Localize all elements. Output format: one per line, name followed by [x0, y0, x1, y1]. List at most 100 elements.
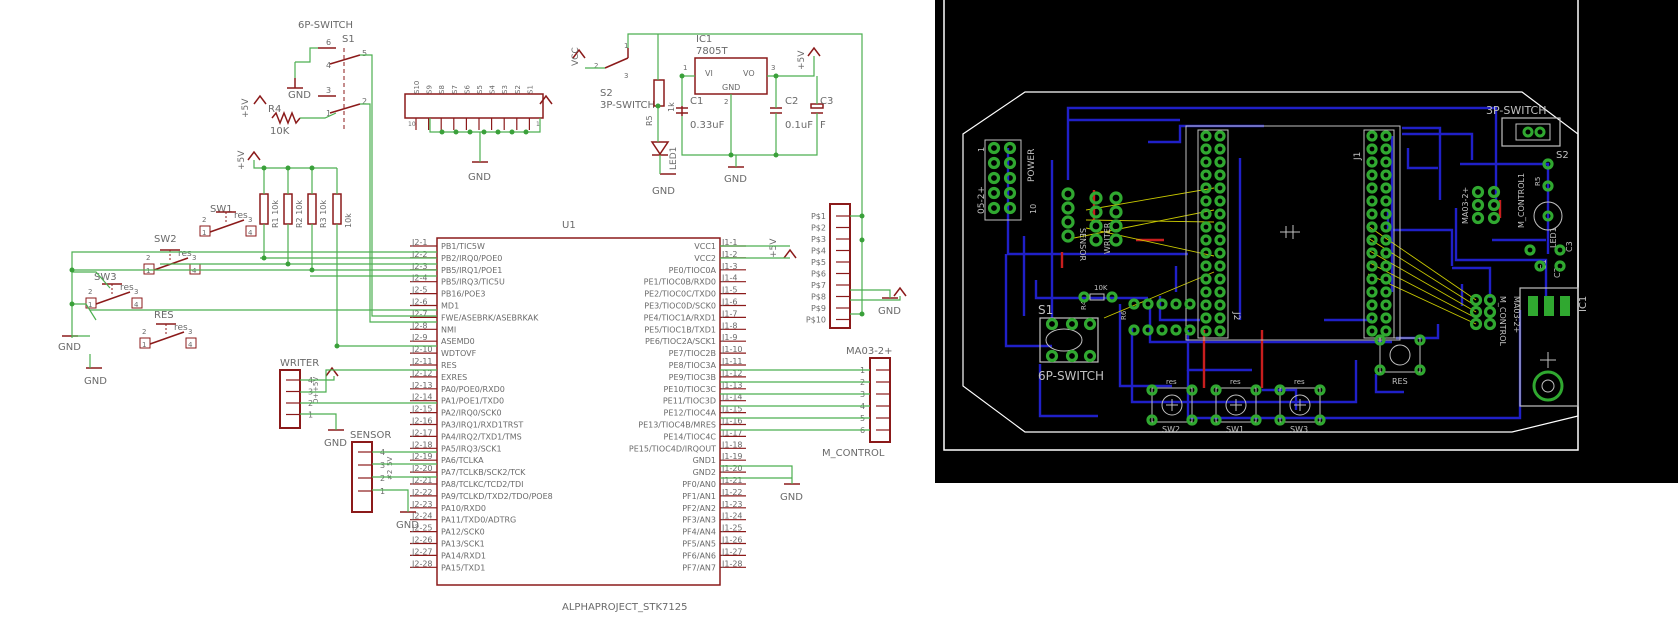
- svg-text:6P-SWITCH: 6P-SWITCH: [1038, 369, 1104, 383]
- u1-pin-number: J2-22: [411, 488, 433, 497]
- switch-ref: SW1: [210, 204, 233, 215]
- svg-text:3: 3: [624, 72, 628, 80]
- u1-pin-name: PA6/TCLKA: [441, 456, 484, 465]
- u1-ref: U1: [562, 220, 576, 231]
- c1-capacitor[interactable]: C1 0.33uF: [676, 96, 725, 131]
- s1-6p-switch[interactable]: 6P-SWITCH S1 6 4 5 3 1 2: [298, 20, 367, 130]
- vcc-symbol: VCC: [571, 47, 586, 66]
- push-switch-sw2[interactable]: SW2res 1 2 3 4: [143, 234, 201, 275]
- u1-pin-name: RES: [441, 361, 457, 370]
- switch-pin: 4: [188, 341, 193, 349]
- u1-pin-number: J2-1: [411, 238, 427, 247]
- connector-pin-label: S6: [463, 85, 471, 94]
- c3-capacitor[interactable]: C3 F: [810, 96, 833, 131]
- svg-text:+5V: +5V: [769, 238, 779, 258]
- u1-pin-name: PA10/RXD0: [441, 504, 486, 513]
- tact-ref: SW3: [1290, 425, 1308, 434]
- pullup-resistor-body[interactable]: [283, 193, 293, 225]
- r4-resistor[interactable]: R4 10K: [268, 104, 301, 137]
- power-conn-pin-label: P$4: [811, 247, 826, 256]
- svg-text:+5V: +5V: [237, 150, 247, 170]
- s2-ref: S2: [600, 88, 613, 99]
- push-switch-sw3[interactable]: SW3res12 34: [85, 272, 143, 309]
- connector-pin-label: S3: [501, 85, 509, 94]
- u1-pin-number: J1-7: [721, 309, 737, 318]
- ic1-pin-1: 1: [683, 64, 687, 72]
- u1-pin-name: PA1/POE1/TXD0: [441, 397, 504, 406]
- svg-text:GND: GND: [324, 438, 347, 449]
- power-conn-pin-label: P$6: [811, 270, 826, 279]
- u1-pin-name: ASEMD0: [441, 337, 475, 346]
- svg-text:C1: C1: [690, 96, 703, 107]
- u1-pin-name: GND1: [693, 456, 716, 465]
- s1-blade-b: [329, 103, 361, 114]
- u1-pin-name: PE4/TIOC1A/RXD1: [644, 313, 716, 322]
- u1-pin-name: PA4/IRQ2/TXD1/TMS: [441, 432, 522, 441]
- u1-pin-number: J2-17: [411, 428, 433, 437]
- u1-pin-name: PA8/TCLKC/TCD2/TDI: [441, 480, 523, 489]
- switch-pin: 3: [192, 254, 196, 262]
- svg-text:M_CONTROL: M_CONTROL: [822, 448, 885, 459]
- svg-text:GND: GND: [724, 174, 747, 185]
- connector-pin-label: S10: [413, 81, 421, 94]
- r4-ref: R4: [268, 104, 281, 115]
- svg-text:GND: GND: [58, 342, 81, 353]
- svg-text:VCC: VCC: [571, 47, 581, 66]
- u1-module[interactable]: U1 ALPHAPROJECT_STK7125 J2-1 PB1/TIC5W J2-…: [410, 220, 746, 613]
- led1[interactable]: LED1: [650, 141, 679, 170]
- power-conn-pin-label: P$3: [811, 235, 826, 244]
- svg-text:GND: GND: [288, 90, 311, 101]
- u1-pin-name: PA9/TCLKD/TXD2/TDO/POE8: [441, 492, 553, 501]
- u1-pin-name: PE7/TIOC2B: [669, 349, 716, 358]
- u1-pin-number: J1-25: [721, 524, 743, 533]
- svg-text:IC1: IC1: [1578, 296, 1589, 312]
- svg-text:LED1: LED1: [1549, 227, 1558, 248]
- push-switch-sw1[interactable]: SW1res 1 2 3 4: [199, 204, 257, 237]
- ma03-m-control-connector[interactable]: MA03-2+ M_CONTROL 123456: [822, 346, 893, 459]
- push-switch-res[interactable]: RESres 1 2 3 4: [139, 310, 197, 349]
- writer-connector[interactable]: WRITER 4321+5VD+: [279, 358, 320, 429]
- u1-pin-number: J2-13: [411, 381, 433, 390]
- pullup-resistor-body[interactable]: [332, 193, 342, 225]
- svg-text:GND: GND: [396, 520, 419, 531]
- switch-value: res: [234, 211, 248, 221]
- ic1-pin-3: 3: [771, 64, 775, 72]
- u1-pin-number: J2-8: [411, 321, 427, 330]
- sensor-connector[interactable]: SENSOR 43215V#2: [350, 430, 394, 513]
- ic1-vi: VI: [705, 69, 713, 78]
- writer-net-label: +5V: [312, 377, 320, 392]
- svg-text:+5V: +5V: [241, 98, 251, 118]
- svg-text:MA03-2+: MA03-2+: [1461, 187, 1470, 224]
- tact-ref: SW2: [1162, 425, 1180, 434]
- u1-pin-name: PE14/TIOC4C: [663, 432, 716, 441]
- s1-pin-6: 6: [326, 38, 331, 47]
- svg-text:GND: GND: [84, 376, 107, 387]
- gnd-symbol: GND: [878, 297, 901, 317]
- ic1-vo: VO: [743, 69, 755, 78]
- u1-pin-number: J2-14: [411, 393, 433, 402]
- svg-text:C3: C3: [1565, 241, 1574, 252]
- power-conn-pin-label: P$7: [811, 281, 826, 290]
- switch-blade: [209, 219, 245, 233]
- u1-pin-number: J1-21: [721, 476, 743, 485]
- u1-pin-number: J1-27: [721, 547, 743, 556]
- switch-ref: RES: [154, 310, 174, 321]
- switch-pin: 4: [192, 267, 197, 275]
- u1-pin-name: PE13/TIOC4B/MRES: [638, 421, 716, 430]
- s1-type-label: 6P-SWITCH: [298, 20, 353, 31]
- pullup-resistor-body[interactable]: [307, 193, 317, 225]
- top-connector-s1-s10[interactable]: S10 S9 S8 S7 S6 S5 S4 S3 S2 S110 1: [404, 81, 553, 130]
- u1-pin-name: PE8/TIOC3A: [669, 361, 717, 370]
- power-connector-p1-p10[interactable]: P$1 P$2 P$3 P$4 P$5 P$6 P$7 P$8 P$9 P$10: [806, 203, 851, 329]
- s1-pin-4: 4: [326, 61, 331, 70]
- s2-3p-switch[interactable]: S2 3P-SWITCH 1 2 3: [594, 42, 655, 111]
- svg-text:05-2+: 05-2+: [977, 186, 987, 214]
- u1-pin-name: PB2/IRQ0/POE0: [441, 254, 502, 263]
- u1-pin-name: PE10/TIOC3C: [663, 385, 716, 394]
- u1-pin-number: J2-9: [411, 333, 427, 342]
- u1-pin-name: PF3/AN3: [682, 516, 716, 525]
- svg-text:0.1uF: 0.1uF: [785, 120, 813, 131]
- switch-blade: [149, 331, 185, 345]
- svg-text:M_CONTROL1: M_CONTROL1: [1517, 173, 1526, 228]
- pullup-resistor-body[interactable]: [259, 193, 269, 225]
